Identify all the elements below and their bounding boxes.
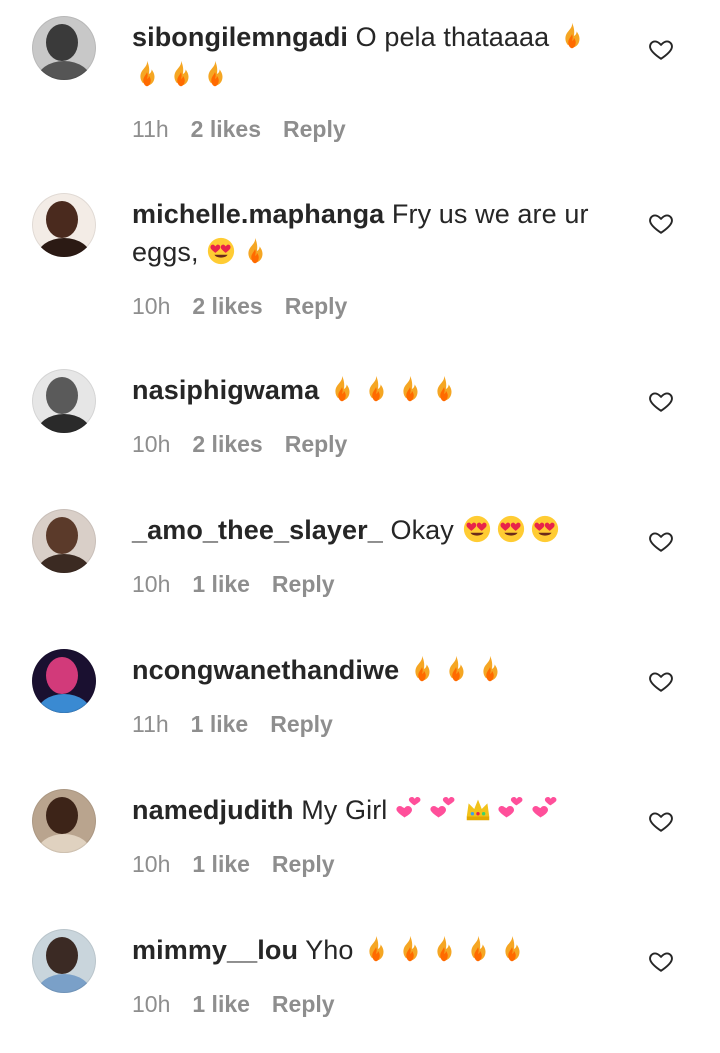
reply-button[interactable]: Reply [285,293,348,319]
comment-row: namedjudith My Girl 10h 1 like Reply [0,773,720,913]
comment-meta: 10h 1 like Reply [132,851,357,878]
comment-body: Yho [305,935,354,965]
comment-text: michelle.maphanga Fry us we are ur eggs, [132,195,622,271]
avatar[interactable] [32,509,96,573]
comment-timestamp: 10h [132,851,171,877]
fire-emoji-icon [429,374,459,404]
reply-button[interactable]: Reply [272,991,335,1017]
username-link[interactable]: mimmy__lou [132,935,298,965]
likes-count-button[interactable]: 1 like [192,851,250,877]
heart-eyes-emoji-icon [496,514,526,544]
fire-emoji-icon [361,934,391,964]
fire-emoji-icon [395,374,425,404]
comment-body: Okay [390,515,454,545]
comment-body: O pela thataaaa [355,22,550,52]
comment-row: nasiphigwama 10h 2 likes Reply [0,353,720,493]
comment-meta: 11h 2 likes Reply [132,116,368,143]
heart-outline-icon[interactable] [648,36,674,62]
heart-outline-icon[interactable] [648,668,674,694]
likes-count-button[interactable]: 1 like [192,991,250,1017]
comment-timestamp: 10h [132,293,171,319]
comment-row: michelle.maphanga Fry us we are ur eggs,… [0,177,720,320]
comment-row: sibongilemngadi O pela thataaaa 11h 2 lik… [0,0,720,143]
heart-eyes-emoji-icon [206,236,236,266]
comments-list: sibongilemngadi O pela thataaaa 11h 2 lik… [0,0,720,1026]
username-link[interactable]: ncongwanethandiwe [132,655,399,685]
comment-timestamp: 11h [132,711,169,737]
two-hearts-emoji-icon [531,794,561,824]
likes-count-button[interactable]: 2 likes [192,431,262,457]
avatar[interactable] [32,193,96,257]
comment-meta: 10h 2 likes Reply [132,431,369,458]
avatar[interactable] [32,649,96,713]
comment-timestamp: 11h [132,116,169,142]
avatar[interactable] [32,789,96,853]
username-link[interactable]: michelle.maphanga [132,199,384,229]
fire-emoji-icon [327,374,357,404]
fire-emoji-icon [557,21,587,51]
fire-emoji-icon [395,934,425,964]
likes-count-button[interactable]: 1 like [192,571,250,597]
two-hearts-emoji-icon [395,794,425,824]
comment-row: _amo_thee_slayer_ Okay 10h 1 like Reply [0,493,720,633]
comment-row: ncongwanethandiwe 11h 1 like Reply [0,633,720,773]
username-link[interactable]: nasiphigwama [132,375,319,405]
comment-text: namedjudith My Girl [132,791,622,829]
fire-emoji-icon [429,934,459,964]
comment-text: sibongilemngadi O pela thataaaa [132,18,622,94]
crown-emoji-icon [463,794,493,824]
fire-emoji-icon [497,934,527,964]
comment-timestamp: 10h [132,991,171,1017]
fire-emoji-icon [463,934,493,964]
heart-outline-icon[interactable] [648,808,674,834]
comment-meta: 10h 2 likes Reply [132,293,369,320]
heart-outline-icon[interactable] [648,210,674,236]
fire-emoji-icon [200,59,230,89]
avatar[interactable] [32,929,96,993]
comment-timestamp: 10h [132,571,171,597]
two-hearts-emoji-icon [497,794,527,824]
fire-emoji-icon [132,59,162,89]
heart-outline-icon[interactable] [648,528,674,554]
two-hearts-emoji-icon [429,794,459,824]
fire-emoji-icon [441,654,471,684]
username-link[interactable]: _amo_thee_slayer_ [132,515,383,545]
likes-count-button[interactable]: 2 likes [192,293,262,319]
comment-row: mimmy__lou Yho 10h 1 like Reply [0,913,720,1053]
comment-meta: 10h 1 like Reply [132,571,357,598]
comment-meta: 11h 1 like Reply [132,711,355,738]
likes-count-button[interactable]: 2 likes [191,116,261,142]
reply-button[interactable]: Reply [272,851,335,877]
heart-eyes-emoji-icon [462,514,492,544]
comment-text: _amo_thee_slayer_ Okay [132,511,622,549]
avatar[interactable] [32,16,96,80]
avatar[interactable] [32,369,96,433]
fire-emoji-icon [361,374,391,404]
comment-text: nasiphigwama [132,371,622,409]
comment-meta: 10h 1 like Reply [132,991,357,1018]
fire-emoji-icon [166,59,196,89]
username-link[interactable]: sibongilemngadi [132,22,348,52]
fire-emoji-icon [475,654,505,684]
comment-body: My Girl [301,795,388,825]
fire-emoji-icon [240,236,270,266]
heart-outline-icon[interactable] [648,388,674,414]
fire-emoji-icon [407,654,437,684]
likes-count-button[interactable]: 1 like [191,711,249,737]
comment-text: ncongwanethandiwe [132,651,622,689]
heart-outline-icon[interactable] [648,948,674,974]
reply-button[interactable]: Reply [283,116,346,142]
comment-text: mimmy__lou Yho [132,931,622,969]
heart-eyes-emoji-icon [530,514,560,544]
comment-timestamp: 10h [132,431,171,457]
reply-button[interactable]: Reply [270,711,333,737]
username-link[interactable]: namedjudith [132,795,294,825]
reply-button[interactable]: Reply [272,571,335,597]
reply-button[interactable]: Reply [285,431,348,457]
